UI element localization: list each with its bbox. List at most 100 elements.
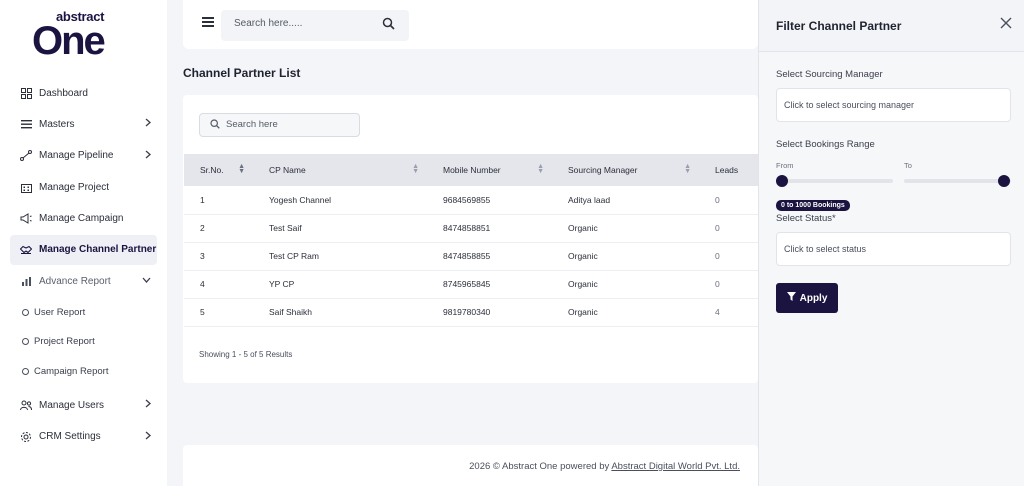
gear-icon <box>20 431 32 443</box>
sidebar-item-dashboard[interactable]: Dashboard <box>10 78 157 108</box>
sidebar-subitem-project-report[interactable]: Project Report <box>10 327 157 357</box>
cell-cp-name: Test CP Ram <box>269 251 319 261</box>
sidebar-subitem-label: User Report <box>34 306 86 318</box>
channel-partner-card: Sr.No. ▲▼ CP Name ▲▼ Mobile Number ▲▼ So… <box>183 95 758 383</box>
sidebar-item-crm-settings[interactable]: CRM Settings <box>10 422 157 452</box>
column-header-sourcing-manager[interactable]: Sourcing Manager ▲ ▼ <box>552 154 699 186</box>
cell-cp-name: Saif Shaikh <box>269 307 312 317</box>
from-label: From <box>776 161 794 170</box>
cell-cp-name: YP CP <box>269 279 295 289</box>
cell-mobile-number: 9819780340 <box>443 307 491 317</box>
brand-logo[interactable]: abstract One <box>32 9 136 63</box>
table-search-input[interactable] <box>226 119 354 130</box>
from-slider-track[interactable] <box>776 179 893 183</box>
sidebar-subitem-user-report[interactable]: User Report <box>10 298 157 328</box>
sourcing-manager-select[interactable]: Click to select sourcing manager <box>776 88 1011 122</box>
table-search[interactable] <box>199 113 360 137</box>
column-header-mobile-number[interactable]: Mobile Number ▲ ▼ <box>427 154 552 186</box>
sidebar-item-label: Manage Project <box>39 181 110 193</box>
table-row[interactable]: 5 Saif Shaikh 9819780340 Organic 4 <box>184 298 758 326</box>
sidebar-item-masters[interactable]: Masters <box>10 109 157 139</box>
building-icon <box>20 181 32 193</box>
column-header-sr-no[interactable]: Sr.No. ▲ ▼ <box>184 154 253 186</box>
from-slider-handle[interactable] <box>776 175 788 187</box>
bookings-range-label: Select Bookings Range <box>776 139 875 150</box>
sidebar-item-manage-channel-partner[interactable]: Manage Channel Partner <box>10 234 157 265</box>
pagination-summary: Showing 1 - 5 of 5 Results <box>199 350 293 359</box>
cell-cp-name: Test Saif <box>269 223 302 233</box>
to-label: To <box>904 161 912 170</box>
sidebar-subitem-campaign-report[interactable]: Campaign Report <box>10 357 157 387</box>
pipeline-icon <box>20 150 32 162</box>
sidebar-item-label: Manage Users <box>39 399 105 411</box>
status-placeholder: Click to select status <box>784 244 867 254</box>
table-row[interactable]: 1 Yogesh Channel 9684569855 Aditya laad … <box>184 186 758 214</box>
column-header-label: Sr.No. <box>200 165 224 175</box>
sidebar-item-label: Manage Pipeline <box>39 150 114 162</box>
cell-leads: 0 <box>715 194 720 205</box>
apply-button-label: Apply <box>799 292 828 304</box>
search-icon <box>210 119 220 132</box>
sidebar-nav: Dashboard Masters Manage Pipeline Manage… <box>10 78 157 453</box>
to-slider-handle[interactable] <box>998 175 1010 187</box>
column-header-leads[interactable]: Leads <box>699 154 758 186</box>
cell-leads: 0 <box>715 223 720 233</box>
circle-icon <box>22 367 29 375</box>
sidebar-item-label: Masters <box>39 118 75 130</box>
circle-icon <box>22 338 29 346</box>
page-title: Channel Partner List <box>183 66 301 80</box>
cell-sr-no: 4 <box>200 279 205 289</box>
chevron-right-icon <box>145 150 151 162</box>
footer-company-link[interactable]: Abstract Digital World Pvt. Ltd. <box>611 461 740 472</box>
cell-sourcing-manager: Organic <box>568 223 598 233</box>
table-row[interactable]: 2 Test Saif 8474858851 Organic 0 <box>184 214 758 242</box>
search-icon[interactable] <box>382 17 395 33</box>
sort-icon: ▲ ▼ <box>537 163 544 175</box>
cell-leads: 0 <box>715 279 720 289</box>
cell-sr-no: 3 <box>200 251 205 261</box>
footer: 2026 © Abstract One powered by Abstract … <box>183 445 758 486</box>
bar-chart-icon <box>20 275 32 287</box>
column-header-label: CP Name <box>269 165 306 175</box>
close-icon[interactable] <box>1000 17 1012 33</box>
menu-icon[interactable] <box>202 17 214 27</box>
header-search-input[interactable] <box>234 18 374 29</box>
channel-partner-table: Sr.No. ▲ ▼ CP Name ▲ ▼ Mobile Number ▲ ▼ So… <box>184 154 758 327</box>
cell-sourcing-manager: Organic <box>568 279 598 289</box>
cell-mobile-number: 8474858855 <box>443 251 491 261</box>
cell-leads: 4 <box>715 307 720 317</box>
dashboard-icon <box>20 87 32 99</box>
to-slider-track[interactable] <box>904 179 1011 183</box>
sidebar-item-label: CRM Settings <box>39 431 101 443</box>
sidebar-item-label: Manage Campaign <box>39 213 124 225</box>
cell-sourcing-manager: Organic <box>568 307 598 317</box>
header-search[interactable] <box>221 10 409 41</box>
sidebar-item-manage-campaign[interactable]: Manage Campaign <box>10 204 157 234</box>
sidebar-item-manage-users[interactable]: Manage Users <box>10 390 157 420</box>
footer-copyright: 2026 © Abstract One powered by <box>469 461 612 472</box>
sidebar-item-label: Advance Report <box>39 275 111 287</box>
status-label: Select Status* <box>776 213 836 224</box>
cell-leads: 0 <box>715 251 720 261</box>
cell-sr-no: 1 <box>200 194 205 205</box>
top-bar <box>183 0 758 49</box>
apply-button[interactable]: Apply <box>776 283 838 313</box>
column-header-cp-name[interactable]: CP Name ▲ ▼ <box>253 154 427 186</box>
table-row[interactable]: 4 YP CP 8745965845 Organic 0 <box>184 270 758 298</box>
sort-icon: ▲ ▼ <box>412 163 419 175</box>
cell-cp-name: Yogesh Channel <box>269 194 332 205</box>
status-select[interactable]: Click to select status <box>776 232 1011 266</box>
sidebar: abstract One Dashboard Masters Manage Pi… <box>0 0 167 486</box>
cell-sourcing-manager: Organic <box>568 251 598 261</box>
sidebar-item-advance-report[interactable]: Advance Report <box>10 266 157 296</box>
sidebar-item-manage-pipeline[interactable]: Manage Pipeline <box>10 141 157 171</box>
table-row[interactable]: 3 Test CP Ram 8474858855 Organic 0 <box>184 242 758 270</box>
cell-mobile-number: 8745965845 <box>443 279 491 289</box>
filter-panel-header: Filter Channel Partner <box>759 0 1024 52</box>
cell-sourcing-manager: Aditya laad <box>568 194 611 205</box>
sidebar-item-manage-project[interactable]: Manage Project <box>10 172 157 202</box>
handshake-icon <box>20 244 32 256</box>
megaphone-icon <box>20 213 32 225</box>
cell-mobile-number: 8474858851 <box>443 223 491 233</box>
sourcing-manager-placeholder: Click to select sourcing manager <box>784 100 915 110</box>
